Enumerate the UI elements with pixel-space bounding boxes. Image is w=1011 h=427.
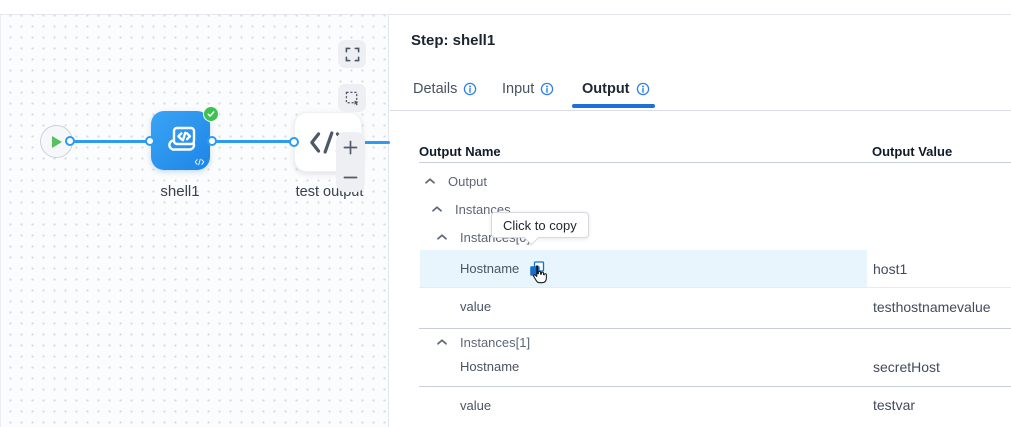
tab-input[interactable]: Input — [502, 81, 554, 97]
test-output-node-input-port[interactable] — [289, 137, 299, 147]
output-value-secrethost: secretHost — [867, 351, 1011, 382]
table-row: value testvar — [420, 390, 1011, 420]
output-value-testvar: testvar — [867, 390, 1011, 420]
output-value-testhostnamevalue: testhostnamevalue — [867, 288, 1011, 325]
info-icon[interactable] — [540, 82, 554, 96]
tab-details-label: Details — [413, 81, 457, 97]
play-icon — [52, 136, 63, 148]
connection-line — [73, 140, 149, 143]
column-header-output-value: Output Value — [872, 144, 952, 159]
fit-view-button[interactable] — [338, 40, 366, 68]
top-bar — [0, 0, 1011, 15]
fullscreen-icon — [345, 47, 360, 62]
table-row: Hostname secretHost — [420, 351, 1011, 382]
chevron-up-icon[interactable] — [431, 205, 443, 213]
output-name-label: value — [460, 299, 491, 314]
tree-group-instances-0[interactable]: Instances[0] — [420, 223, 867, 251]
table-row: value testhostnamevalue — [420, 288, 1011, 325]
step-title: Step: shell1 — [411, 32, 495, 49]
shell-node[interactable] — [151, 111, 210, 170]
value-cell — [867, 195, 1011, 223]
success-badge-icon — [203, 106, 219, 122]
header-divider — [419, 162, 1011, 163]
copy-tooltip: Click to copy — [491, 212, 589, 238]
output-name-label: value — [460, 398, 491, 413]
output-name-label: Hostname — [460, 261, 519, 276]
chevron-up-icon[interactable] — [424, 177, 436, 185]
shell-node-output-port[interactable] — [207, 136, 217, 146]
hand-cursor-icon — [527, 263, 550, 286]
workflow-canvas[interactable]: shell1 test output — [0, 15, 389, 427]
minus-icon — [343, 170, 358, 185]
tab-output-label: Output — [582, 81, 630, 97]
table-row: Hostname host1 — [420, 250, 1011, 287]
tree-group-output[interactable]: Output — [420, 167, 867, 195]
value-cell — [867, 223, 1011, 251]
tab-details[interactable]: Details — [413, 81, 477, 97]
tabs-divider — [390, 110, 1011, 111]
connection-line — [215, 140, 292, 143]
tab-output[interactable]: Output — [582, 81, 650, 97]
tree-group-label: Instances[1] — [460, 335, 530, 350]
marquee-select-icon — [345, 91, 360, 106]
code-glyph-icon — [194, 158, 205, 166]
output-row-hostname-2[interactable]: Hostname — [420, 351, 867, 382]
shell-node-input-port[interactable] — [145, 136, 155, 146]
column-header-output-name: Output Name — [419, 144, 501, 159]
tab-input-label: Input — [502, 81, 534, 97]
shell-script-icon — [162, 123, 200, 159]
marquee-select-button[interactable] — [338, 84, 366, 112]
start-node-output-port[interactable] — [65, 136, 75, 146]
active-tab-indicator — [572, 104, 655, 108]
value-cell — [867, 167, 1011, 195]
tree-group-instances[interactable]: Instances — [420, 195, 867, 223]
workflow-editor-screen: shell1 test output — [0, 0, 1011, 427]
output-row-value-2[interactable]: value — [420, 390, 867, 420]
zoom-out-button[interactable] — [336, 162, 365, 192]
chevron-up-icon[interactable] — [436, 233, 448, 241]
info-icon[interactable] — [636, 82, 650, 96]
chevron-up-icon[interactable] — [436, 338, 448, 346]
plus-icon — [343, 140, 358, 155]
output-row-hostname[interactable]: Hostname — [420, 250, 867, 287]
info-icon[interactable] — [463, 82, 477, 96]
zoom-in-button[interactable] — [336, 132, 365, 162]
shell-node-label: shell1 — [121, 183, 239, 200]
row-divider — [419, 386, 1011, 387]
zoom-controls — [336, 132, 365, 192]
tree-group-label: Output — [448, 174, 487, 189]
output-row-value[interactable]: value — [420, 288, 867, 325]
table-row: Output — [420, 167, 1011, 195]
output-value-host1: host1 — [867, 250, 1011, 287]
output-name-label: Hostname — [460, 359, 519, 374]
